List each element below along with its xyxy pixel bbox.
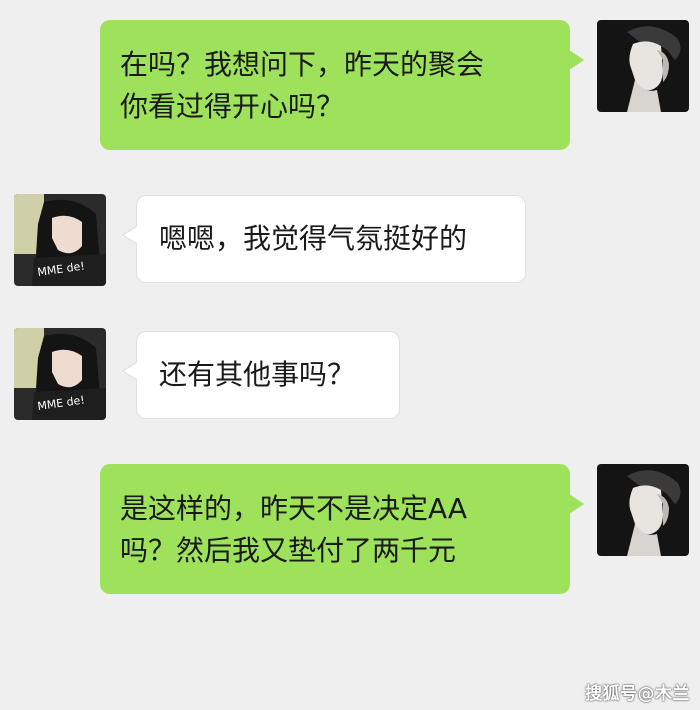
female-avatar[interactable]: MME de! (14, 328, 106, 420)
message-text-line: 你看过得开心吗？ (120, 90, 345, 123)
female-avatar[interactable]: MME de! (14, 194, 106, 286)
message-text-line: 还有其他事吗？ (159, 358, 356, 391)
message-text-line: 在吗？我想问下，昨天的聚会 (120, 48, 485, 81)
message-text-line: 嗯嗯，我觉得气氛挺好的 (159, 222, 468, 255)
male-avatar[interactable] (597, 464, 689, 556)
message-bubble-received[interactable]: 嗯嗯，我觉得气氛挺好的 (122, 195, 526, 283)
message-bubble-sent[interactable]: 是这样的，昨天不是决定AA 吗？然后我又垫付了两千元 (100, 464, 584, 594)
watermark: 搜狐号@木兰 (585, 684, 690, 704)
message-text-line: 吗？然后我又垫付了两千元 (120, 534, 457, 567)
message-bubble-received[interactable]: 还有其他事吗？ (122, 331, 400, 419)
message-bubble-sent[interactable]: 在吗？我想问下，昨天的聚会 你看过得开心吗？ (100, 20, 584, 150)
message-text-line: 是这样的，昨天不是决定AA (120, 492, 468, 525)
male-avatar[interactable] (597, 20, 689, 112)
